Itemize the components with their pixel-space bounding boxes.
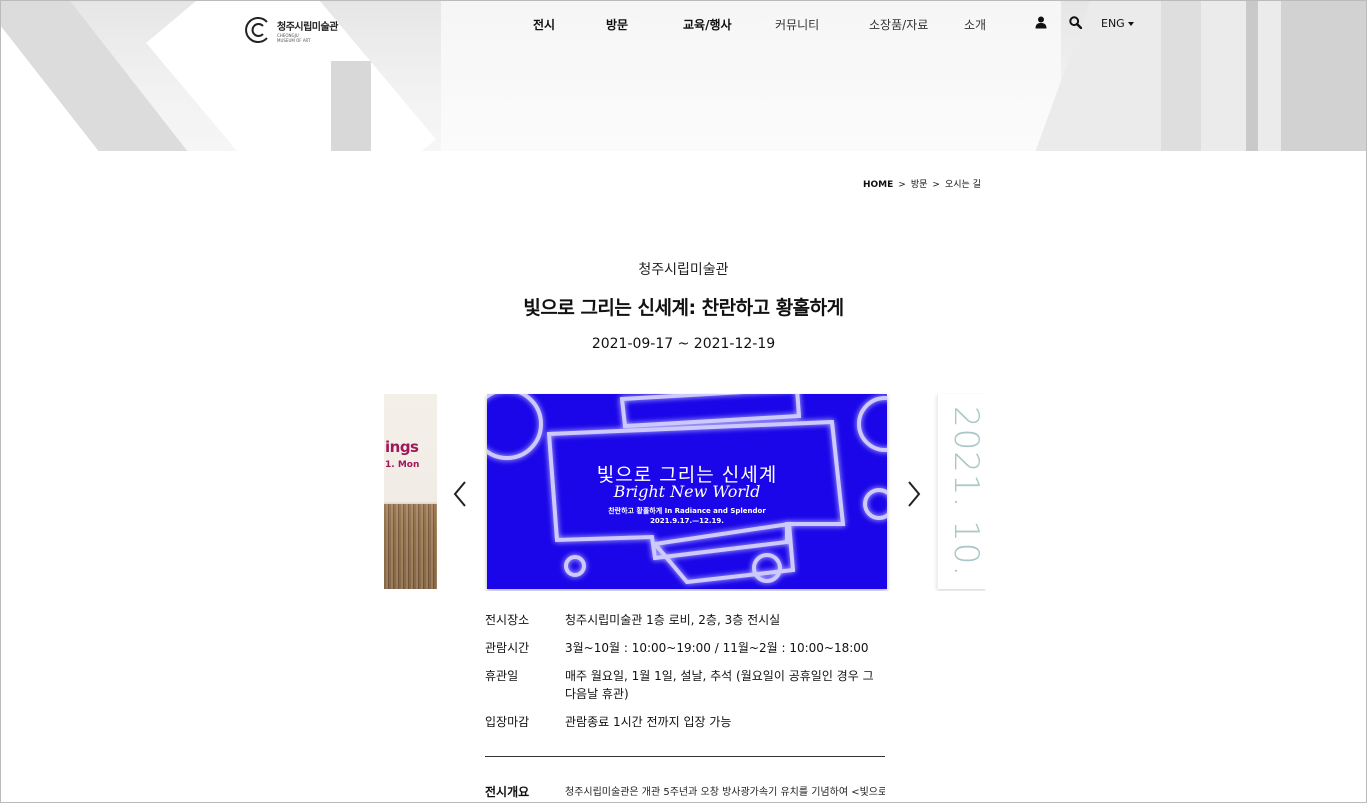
info-key: 입장마감 xyxy=(485,715,530,729)
chevron-right-icon[interactable] xyxy=(906,479,922,509)
info-key: 전시장소 xyxy=(485,613,530,627)
overview-text: 청주시립미술관은 개관 5주년과 오창 방사광가속기 유치를 기념하여 <빛으로 xyxy=(565,787,885,798)
nav-item-about[interactable]: 소개 xyxy=(964,16,986,33)
nav-item-community[interactable]: 커뮤니티 xyxy=(775,16,819,33)
carousel-slide-prev[interactable]: ings 1. Mon xyxy=(384,394,437,589)
user-icon[interactable] xyxy=(1035,16,1047,29)
reeds-image xyxy=(384,504,437,589)
chevron-left-icon[interactable] xyxy=(452,479,468,509)
language-label: ENG xyxy=(1101,17,1125,30)
nav-item-exhibition[interactable]: 전시 xyxy=(533,16,555,33)
breadcrumb-home[interactable]: HOME xyxy=(863,180,893,190)
prev-slide-text: ings xyxy=(385,438,419,456)
section-divider xyxy=(485,756,885,757)
nav-item-collection[interactable]: 소장품/자료 xyxy=(869,16,928,33)
info-row-closed: 휴관일 매주 월요일, 1월 1일, 설날, 추석 (월요일이 공휴일인 경우 … xyxy=(485,667,885,703)
info-value: 청주시립미술관 1층 로비, 2층, 3층 전시실 xyxy=(565,613,781,627)
carousel-slide-next[interactable]: 2021. 10. xyxy=(937,394,986,589)
prev-slide-date: 1. Mon xyxy=(385,460,420,470)
info-key: 휴관일 xyxy=(485,669,519,683)
poster-english-title: Bright New World xyxy=(613,482,761,501)
search-icon[interactable] xyxy=(1069,16,1082,29)
breadcrumb-separator: > xyxy=(898,180,906,190)
language-selector[interactable]: ENG xyxy=(1101,17,1134,30)
nav-item-visit[interactable]: 방문 xyxy=(606,16,628,33)
breadcrumb-current[interactable]: 오시는 길 xyxy=(945,180,981,190)
info-key: 관람시간 xyxy=(485,641,530,655)
poster-subtitle: 찬란하고 황홀하게 In Radiance and Splendor xyxy=(608,507,766,515)
info-value: 관람종료 1시간 전까지 입장 가능 xyxy=(565,715,732,729)
carousel-slide-current[interactable]: 빛으로 그리는 신세계 Bright New World 찬란하고 황홀하게 I… xyxy=(487,394,887,589)
exhibition-info: 전시장소 청주시립미술관 1층 로비, 2층, 3층 전시실 관람시간 3월~1… xyxy=(485,611,885,741)
breadcrumb-visit[interactable]: 방문 xyxy=(911,180,928,190)
caret-down-icon xyxy=(1127,22,1134,26)
overview-key: 전시개요 xyxy=(485,785,530,799)
info-row-last-entry: 입장마감 관람종료 1시간 전까지 입장 가능 xyxy=(485,713,885,731)
exhibition-title: 빛으로 그리는 신세계: 찬란하고 황홀하게 xyxy=(523,297,844,319)
info-value: 3월~10월 : 10:00~19:00 / 11월~2월 : 10:00~18… xyxy=(565,641,869,655)
info-row-hours: 관람시간 3월~10월 : 10:00~19:00 / 11월~2월 : 10:… xyxy=(485,639,885,657)
museum-name: 청주시립미술관 xyxy=(638,262,729,278)
nav-item-education[interactable]: 교육/행사 xyxy=(683,16,732,33)
main-nav: 전시 방문 교육/행사 커뮤니티 소장품/자료 소개 xyxy=(1,16,1366,32)
breadcrumb: HOME > 방문 > 오시는 길 xyxy=(863,177,981,190)
info-row-venue: 전시장소 청주시립미술관 1층 로비, 2층, 3층 전시실 xyxy=(485,611,885,629)
exhibition-overview: 전시개요 청주시립미술관은 개관 5주년과 오창 방사광가속기 유치를 기념하여… xyxy=(485,783,885,800)
exhibition-carousel: ings 1. Mon 빛으로 그리는 신세계 Bright New World… xyxy=(384,393,986,591)
info-value: 매주 월요일, 1월 1일, 설날, 추석 (월요일이 공휴일인 경우 그 다음… xyxy=(565,669,874,701)
next-slide-text: 2021. 10. xyxy=(946,406,986,578)
breadcrumb-separator: > xyxy=(932,180,940,190)
logo-name-en-2: MUSEUM OF ART xyxy=(277,37,311,43)
exhibition-dates: 2021-09-17 ~ 2021-12-19 xyxy=(591,336,776,352)
poster-dates: 2021.9.17.—12.19. xyxy=(650,517,724,525)
